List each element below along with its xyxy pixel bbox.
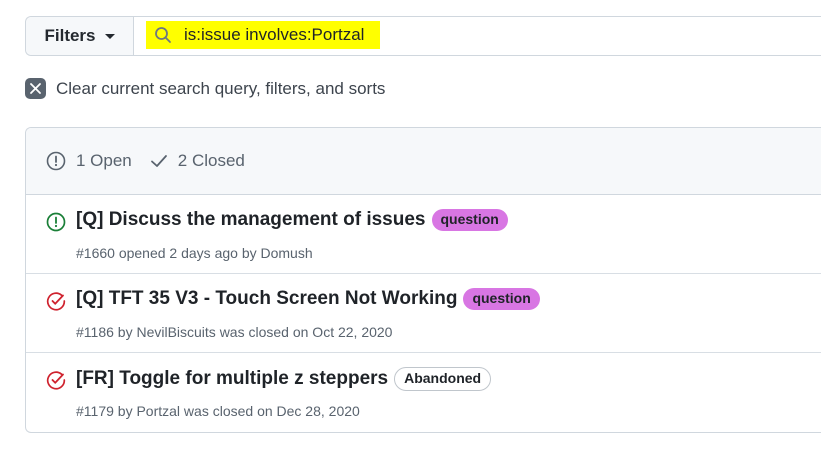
open-issues-tab[interactable]: 1 Open bbox=[46, 151, 132, 171]
issue-title-line: [Q] Discuss the management of issues que… bbox=[76, 209, 508, 231]
issue-label-abandoned[interactable]: Abandoned bbox=[394, 367, 492, 391]
issue-row: [Q] Discuss the management of issues que… bbox=[26, 195, 821, 274]
closed-issues-tab[interactable]: 2 Closed bbox=[150, 151, 245, 171]
issue-label-question[interactable]: question bbox=[431, 209, 508, 231]
filter-bar: Filters bbox=[25, 16, 821, 56]
issue-title-link[interactable]: [Q] TFT 35 V3 - Touch Screen Not Working bbox=[76, 288, 457, 310]
clear-filters-label: Clear current search query, filters, and… bbox=[56, 78, 386, 98]
issue-meta: #1186 by NevilBiscuits was closed on Oct… bbox=[76, 324, 393, 340]
issue-open-icon bbox=[46, 151, 66, 171]
search-input[interactable] bbox=[184, 25, 374, 45]
issue-title-line: [Q] TFT 35 V3 - Touch Screen Not Working… bbox=[76, 288, 540, 310]
filters-button-label: Filters bbox=[44, 26, 96, 45]
issue-row: [Q] TFT 35 V3 - Touch Screen Not Working… bbox=[26, 274, 821, 353]
check-icon bbox=[150, 155, 167, 167]
search-area[interactable] bbox=[134, 17, 821, 55]
issue-meta: #1179 by Portzal was closed on Dec 28, 2… bbox=[76, 403, 360, 419]
search-highlight bbox=[146, 21, 380, 49]
open-count-label: 1 Open bbox=[76, 151, 132, 170]
issue-list-header: 1 Open 2 Closed bbox=[26, 128, 821, 195]
issue-title-link[interactable]: [Q] Discuss the management of issues bbox=[76, 209, 426, 231]
clear-x-icon bbox=[25, 78, 46, 99]
issue-open-icon bbox=[46, 212, 66, 232]
issue-title-line: [FR] Toggle for multiple z steppers Aban… bbox=[76, 367, 492, 391]
issue-meta: #1660 opened 2 days ago by Domush bbox=[76, 245, 313, 261]
issue-list: 1 Open 2 Closed [Q] Discuss the manageme… bbox=[25, 127, 821, 433]
caret-down-icon bbox=[104, 33, 115, 39]
issue-closed-icon bbox=[46, 292, 66, 311]
issue-closed-icon bbox=[46, 371, 66, 390]
issue-row: [FR] Toggle for multiple z steppers Aban… bbox=[26, 353, 821, 432]
issue-title-link[interactable]: [FR] Toggle for multiple z steppers bbox=[76, 368, 388, 390]
filters-dropdown-button[interactable]: Filters bbox=[26, 17, 134, 55]
closed-count-label: 2 Closed bbox=[177, 151, 245, 170]
clear-filters-link[interactable]: Clear current search query, filters, and… bbox=[25, 78, 385, 99]
issue-label-question[interactable]: question bbox=[463, 288, 540, 310]
search-icon bbox=[155, 27, 171, 43]
